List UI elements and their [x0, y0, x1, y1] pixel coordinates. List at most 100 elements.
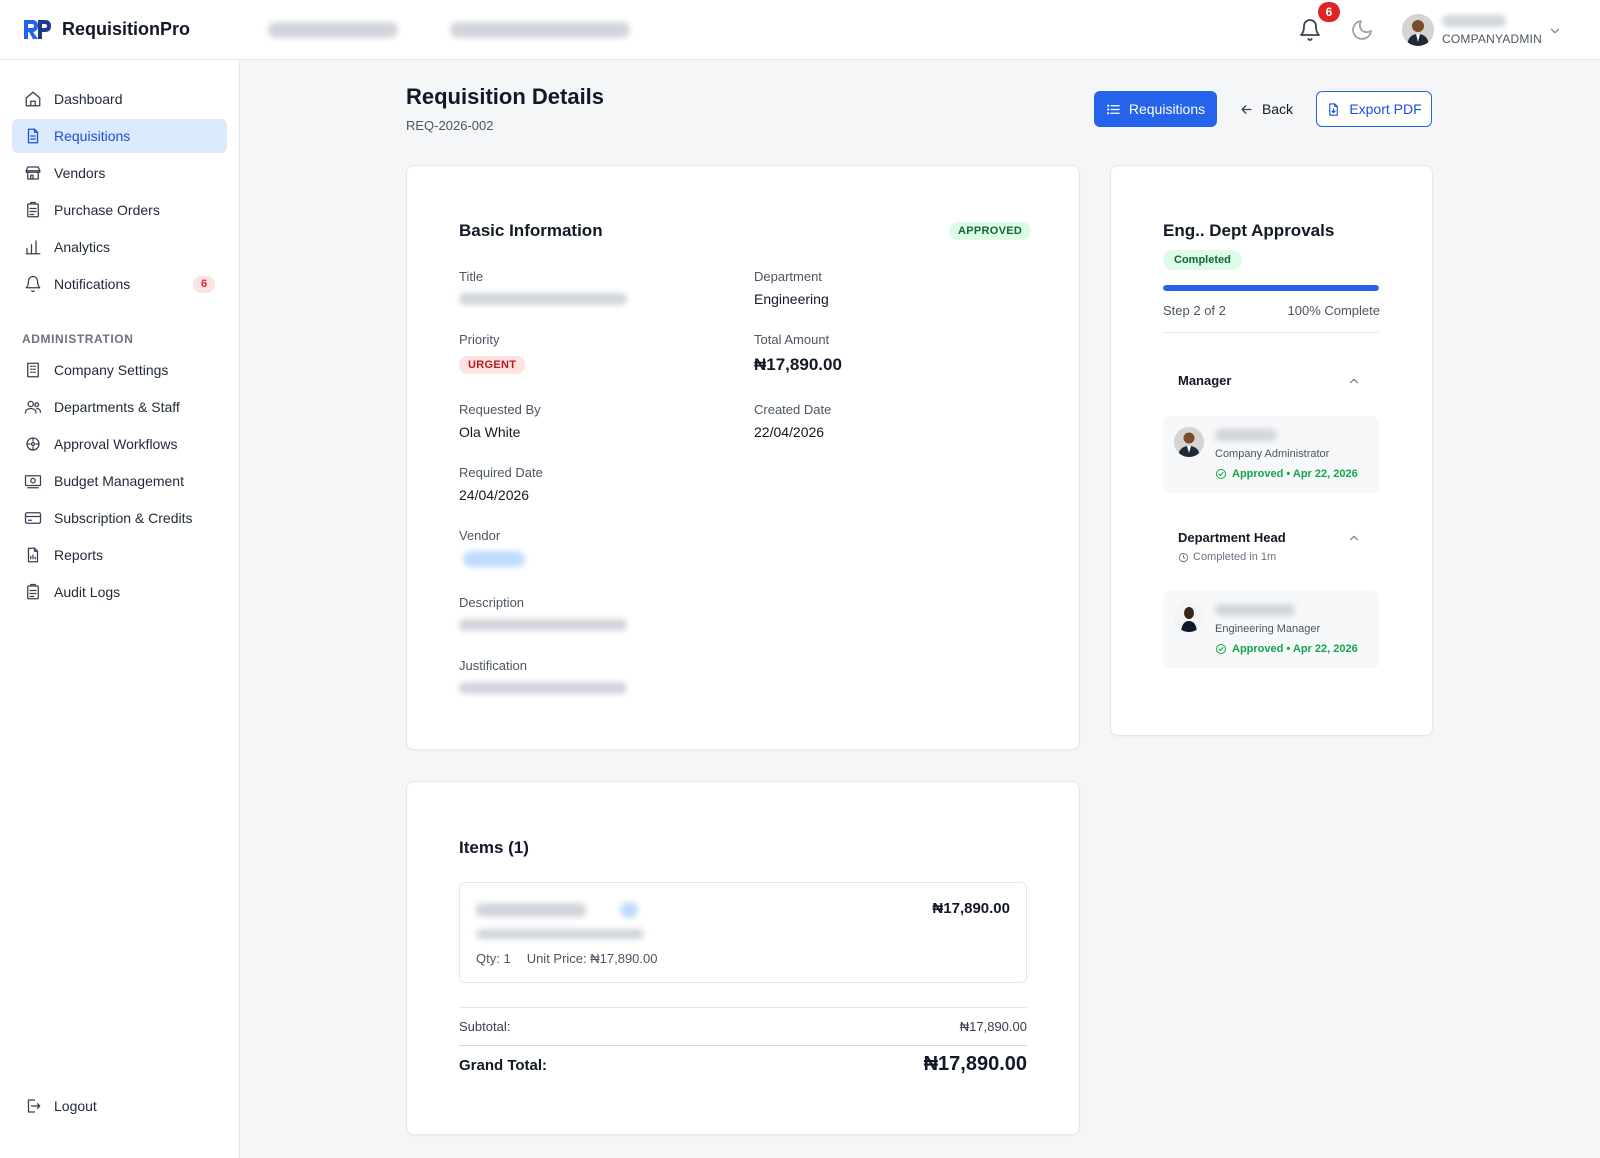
sidebar-item-label: Dashboard: [54, 91, 123, 107]
home-icon: [25, 91, 41, 107]
sidebar-item-requisitions[interactable]: Requisitions: [12, 119, 227, 153]
approver-role: Company Administrator: [1215, 448, 1330, 460]
workflow-icon: [26, 437, 40, 451]
back-button[interactable]: Back: [1236, 91, 1296, 127]
approver-status-text: Approved • Apr 22, 2026: [1232, 468, 1358, 480]
approver-card: Engineering Manager Approved • Apr 22, 2…: [1163, 591, 1379, 668]
approval-status-badge: Completed: [1163, 250, 1242, 270]
report-icon: [27, 547, 39, 563]
chevron-up-icon[interactable]: [1347, 531, 1361, 545]
approver-status-text: Approved • Apr 22, 2026: [1232, 643, 1358, 655]
items-card: Items (1) ₦17,890.00 Qty: 1 Unit Price: ₦…: [406, 781, 1080, 1135]
priority-badge: URGENT: [459, 356, 526, 374]
description-label: Description: [459, 595, 525, 610]
item-description-blurred: [476, 929, 644, 939]
sidebar-item-label: Company Settings: [54, 362, 169, 378]
approver-name-blurred: [1215, 429, 1277, 441]
logout-icon: [27, 1099, 41, 1113]
stage-completion-text: Completed in 1m: [1193, 551, 1277, 563]
clipboard-icon: [27, 201, 39, 218]
basic-information-card: Basic Information APPROVED Title Departm…: [406, 165, 1080, 750]
priority-label: Priority: [459, 332, 500, 347]
created-date-label: Created Date: [754, 402, 832, 417]
clock-icon: [1178, 552, 1189, 562]
sidebar-item-purchase-orders[interactable]: Purchase Orders: [12, 193, 227, 227]
created-date-value: 22/04/2026: [754, 424, 825, 440]
sidebar-item-departments-staff[interactable]: Departments & Staff: [12, 390, 227, 424]
sidebar-item-dashboard[interactable]: Dashboard: [12, 82, 227, 116]
sidebar-item-notifications[interactable]: Notifications 6: [12, 267, 227, 301]
justification-value-blurred: [459, 682, 627, 694]
required-date-value: 24/04/2026: [459, 487, 530, 503]
justification-label: Justification: [459, 658, 527, 673]
clipboard-list-icon: [27, 583, 39, 600]
company-email-blurred: [450, 22, 630, 38]
requested-by-label: Requested By: [459, 402, 541, 417]
back-button-label: Back: [1261, 101, 1294, 117]
top-bar: RequisitionPro 6 COMPANYADMIN: [0, 0, 1600, 60]
app-logo[interactable]: RequisitionPro: [22, 17, 190, 41]
subtotal-divider: [459, 1007, 1027, 1008]
requisition-id: REQ-2026-002: [406, 118, 494, 133]
export-pdf-button-label: Export PDF: [1349, 101, 1422, 117]
step-text: Step 2 of 2: [1163, 303, 1226, 318]
export-pdf-button[interactable]: Export PDF: [1316, 91, 1432, 127]
sidebar-item-label: Vendors: [54, 165, 106, 181]
users-icon: [24, 400, 42, 414]
logout-button[interactable]: Logout: [12, 1089, 227, 1123]
administration-section-label: ADMINISTRATION: [22, 332, 134, 346]
items-title: Items (1): [459, 838, 529, 857]
sidebar-item-audit-logs[interactable]: Audit Logs: [12, 575, 227, 609]
stage-completion-time: Completed in 1m: [1178, 551, 1276, 563]
item-tag-blurred: [620, 902, 638, 918]
percent-complete-text: 100% Complete: [1287, 303, 1381, 318]
sidebar-item-vendors[interactable]: Vendors: [12, 156, 227, 190]
sidebar-item-approval-workflows[interactable]: Approval Workflows: [12, 427, 227, 461]
stage-manager-title[interactable]: Manager: [1178, 373, 1231, 388]
sidebar-item-label: Reports: [54, 547, 104, 563]
item-name-blurred: [476, 903, 586, 917]
requisitions-button[interactable]: Requisitions: [1094, 91, 1217, 127]
sidebar-item-label: Departments & Staff: [54, 399, 180, 415]
sidebar-item-company-settings[interactable]: Company Settings: [12, 353, 227, 387]
department-value: Engineering: [754, 291, 829, 307]
approver-status: Approved • Apr 22, 2026: [1215, 643, 1358, 655]
document-icon: [27, 128, 39, 144]
item-price: ₦17,890.00: [932, 900, 1010, 917]
grand-total-divider: [459, 1045, 1027, 1046]
sidebar-item-reports[interactable]: Reports: [12, 538, 227, 572]
sidebar-item-analytics[interactable]: Analytics: [12, 230, 227, 264]
sidebar-item-label: Subscription & Credits: [54, 510, 193, 526]
moon-icon[interactable]: [1350, 18, 1374, 42]
app-name: RequisitionPro: [62, 18, 191, 39]
sidebar-item-budget-management[interactable]: Budget Management: [12, 464, 227, 498]
user-avatar[interactable]: [1402, 14, 1434, 46]
user-name-blurred: [1442, 15, 1506, 27]
approver-avatar: [1174, 602, 1204, 632]
check-circle-icon: [1216, 469, 1226, 479]
vendor-value-blurred[interactable]: [463, 551, 525, 567]
basic-information-title: Basic Information: [459, 221, 603, 240]
requisitions-button-label: Requisitions: [1128, 101, 1206, 117]
chevron-up-icon[interactable]: [1347, 374, 1361, 388]
file-download-icon: [1329, 102, 1339, 116]
required-date-label: Required Date: [459, 465, 543, 480]
notification-badge: 6: [1318, 2, 1340, 22]
chevron-down-icon[interactable]: [1548, 24, 1562, 38]
title-value-blurred: [459, 293, 627, 305]
subtotal-value: ₦17,890.00: [959, 1019, 1027, 1034]
logout-label: Logout: [54, 1098, 97, 1114]
sidebar: Dashboard Requisitions Vendors Purchase …: [0, 60, 240, 1158]
sidebar-item-subscription-credits[interactable]: Subscription & Credits: [12, 501, 227, 535]
vendor-label: Vendor: [459, 528, 501, 543]
bell-icon[interactable]: [1298, 18, 1322, 42]
approver-name-blurred: [1215, 604, 1295, 616]
sidebar-item-label: Analytics: [54, 239, 111, 255]
approvals-title: Eng.. Dept Approvals: [1163, 221, 1335, 240]
company-name-blurred: [268, 22, 398, 38]
requested-by-value: Ola White: [459, 424, 521, 440]
approvals-divider: [1163, 332, 1379, 333]
title-label: Title: [459, 269, 484, 284]
list-item: ₦17,890.00 Qty: 1 Unit Price: ₦17,890.00: [459, 882, 1027, 983]
stage-department-head-title[interactable]: Department Head: [1178, 530, 1286, 545]
